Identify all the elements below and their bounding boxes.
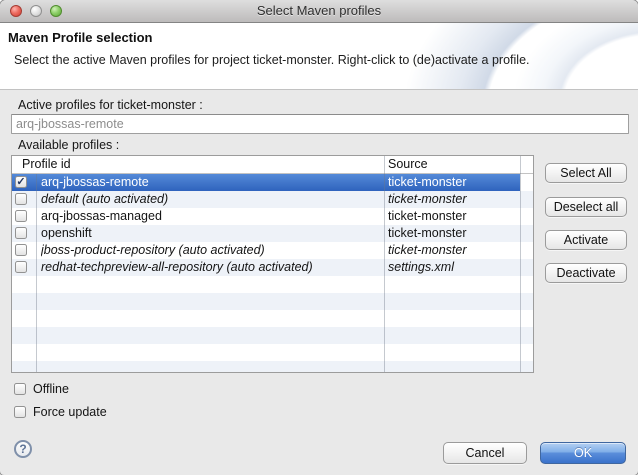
unchecked-checkbox-icon[interactable] [15,261,27,273]
title-bar[interactable]: Select Maven profiles [0,0,638,23]
table-body: ✓arq-jbossas-remoteticket-monsterdefault… [12,174,533,372]
column-header-source[interactable]: Source [388,156,428,173]
table-filler-row [12,276,533,293]
unchecked-checkbox-icon[interactable] [14,383,26,395]
column-divider [520,156,521,372]
header-banner: Maven Profile selection Select the activ… [0,23,638,90]
profile-id-cell[interactable]: openshift [41,225,383,242]
table-filler-row [12,293,533,310]
unchecked-checkbox-icon[interactable] [15,227,27,239]
table-filler-row [12,327,533,344]
profile-id-cell[interactable]: arq-jbossas-managed [41,208,383,225]
profile-id-cell[interactable]: arq-jbossas-remote [41,174,370,191]
table-filler-row [12,344,533,361]
deactivate-button[interactable]: Deactivate [545,263,627,283]
unchecked-checkbox-icon[interactable] [14,406,26,418]
source-cell[interactable]: ticket-monster [388,191,518,208]
table-row[interactable]: default (auto activated) ticket-monster [12,191,533,208]
unchecked-checkbox-icon[interactable] [15,244,27,256]
banner-title: Maven Profile selection [8,30,153,45]
available-profiles-label: Available profiles : [18,138,119,152]
unchecked-checkbox-icon[interactable] [15,210,27,222]
banner-description: Select the active Maven profiles for pro… [14,53,530,67]
table-header: Profile id Source [12,156,533,174]
select-all-button[interactable]: Select All [545,163,627,183]
window-title: Select Maven profiles [0,0,638,22]
active-profiles-input[interactable] [11,114,629,134]
table-row[interactable]: redhat-techpreview-all-repository (auto … [12,259,533,276]
source-cell[interactable]: ticket-monster [388,208,518,225]
cancel-button[interactable]: Cancel [443,442,527,464]
source-cell[interactable]: settings.xml [388,259,518,276]
profiles-table: Profile id Source ✓ arq-jbossas-remote tic… [11,155,534,373]
unchecked-checkbox-icon[interactable] [15,193,27,205]
help-button[interactable]: ? [14,440,32,458]
column-divider [36,174,37,372]
dialog-window: Select Maven profiles Maven Profile sele… [0,0,638,475]
column-divider [384,156,385,372]
table-filler-row [12,310,533,327]
ok-button[interactable]: OK [540,442,626,464]
option-label: Offline [33,383,69,396]
source-cell[interactable]: ticket-monster [388,174,518,191]
option-label: Force update [33,406,107,419]
table-filler-row [12,361,533,373]
source-cell[interactable]: ticket-monster [388,242,518,259]
column-header-profile-id[interactable]: Profile id [22,156,71,173]
table-row[interactable]: arq-jbossas-managed ticket-monster [12,208,533,225]
table-row[interactable]: openshift ticket-monster [12,225,533,242]
checked-checkbox-icon[interactable]: ✓ [15,176,27,188]
table-row[interactable]: ✓ arq-jbossas-remote ticket-monster [12,174,520,191]
source-cell[interactable]: ticket-monster [388,225,518,242]
active-profiles-label: Active profiles for ticket-monster : [18,98,203,112]
activate-button[interactable]: Activate [545,230,627,250]
profile-id-cell[interactable]: redhat-techpreview-all-repository (auto … [41,259,383,276]
table-row[interactable]: jboss-product-repository (auto activated… [12,242,533,259]
profile-id-cell[interactable]: default (auto activated) [41,191,383,208]
profile-id-cell[interactable]: jboss-product-repository (auto activated… [41,242,383,259]
deselect-all-button[interactable]: Deselect all [545,197,627,217]
